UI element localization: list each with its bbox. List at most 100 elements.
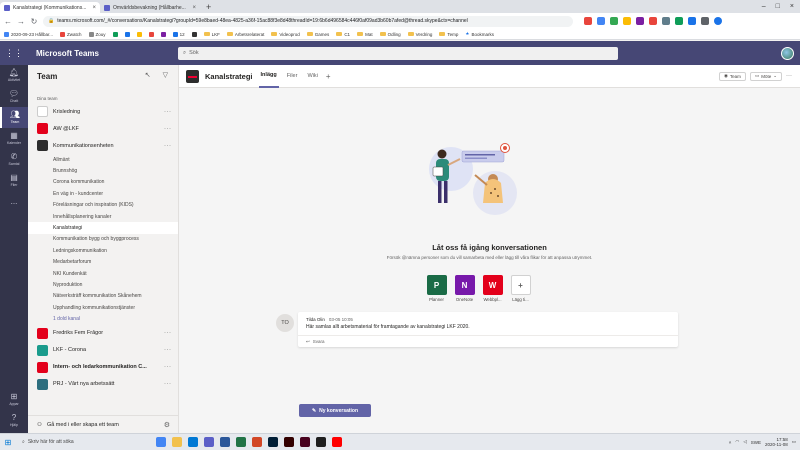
close-tab-icon[interactable]: × bbox=[192, 5, 196, 11]
more-options-icon[interactable]: ··· bbox=[786, 73, 792, 79]
join-or-create-team-button[interactable]: ⚇ Gå med i eller skapa ett team ⚙ bbox=[28, 415, 178, 433]
more-options-icon[interactable]: ··· bbox=[164, 347, 178, 353]
channel-item[interactable]: Föreläsningar och inspiration (KIDS) bbox=[28, 200, 178, 211]
gear-icon[interactable]: ⚙ bbox=[164, 421, 170, 429]
tab-posts[interactable]: Inlägg bbox=[258, 65, 279, 88]
url-field[interactable]: 🔒 teams.microsoft.com/_#/conversations/K… bbox=[43, 15, 573, 27]
channel-item[interactable]: Innehållsplanering kanaler bbox=[28, 211, 178, 222]
channel-item-active[interactable]: Kanalstrategi bbox=[28, 222, 178, 234]
bookmarks-star[interactable]: ★ Bookmarks bbox=[465, 31, 494, 37]
app-icon[interactable] bbox=[316, 437, 326, 447]
bookmark-item[interactable] bbox=[191, 31, 197, 37]
word-icon[interactable] bbox=[220, 437, 230, 447]
browser-tab-kanalstrategi[interactable]: Kanalstrategi (Kommunikations... × bbox=[0, 2, 100, 13]
channel-item[interactable]: Corona kommunikation bbox=[28, 177, 178, 188]
add-tab-icon[interactable]: + bbox=[326, 72, 331, 81]
more-options-icon[interactable]: ··· bbox=[164, 109, 178, 115]
team-item[interactable]: LKF - Corona ··· bbox=[28, 342, 178, 359]
extension-icon[interactable] bbox=[649, 17, 657, 25]
bookmark-folder[interactable]: Temp bbox=[439, 32, 458, 37]
add-tab-button[interactable]: + Lägg ti... bbox=[510, 275, 531, 302]
powerpoint-icon[interactable] bbox=[252, 437, 262, 447]
extension-icon[interactable] bbox=[636, 17, 644, 25]
chrome-icon[interactable] bbox=[156, 437, 166, 447]
maximize-icon[interactable]: □ bbox=[776, 3, 780, 10]
team-button[interactable]: ◉ Team bbox=[718, 71, 746, 81]
bookmark-folder[interactable]: Arbetsrelaterat bbox=[226, 32, 264, 37]
bookmark-folder[interactable]: Odling bbox=[379, 32, 401, 37]
reply-button[interactable]: ↩ Svara bbox=[298, 335, 678, 347]
bookmark-item[interactable]: 12 bbox=[172, 31, 185, 37]
app-launcher-icon[interactable]: ⋮⋮ bbox=[0, 48, 28, 59]
more-options-icon[interactable]: ··· bbox=[164, 381, 178, 387]
minimize-icon[interactable]: – bbox=[762, 3, 766, 10]
channel-item[interactable]: Upphandling kommunikationstjänster bbox=[28, 302, 178, 313]
more-options-icon[interactable]: ··· bbox=[164, 143, 178, 149]
bookmark-item[interactable]: Zouy bbox=[88, 31, 106, 37]
language-indicator[interactable]: SWE bbox=[751, 440, 761, 445]
bookmark-folder[interactable]: C1 bbox=[336, 32, 350, 37]
bookmark-item[interactable] bbox=[148, 31, 154, 37]
excel-icon[interactable] bbox=[236, 437, 246, 447]
close-tab-icon[interactable]: × bbox=[92, 5, 96, 11]
clock[interactable]: 17:58 2020-11-08 bbox=[765, 437, 788, 448]
channel-item[interactable]: Medarbetarforum bbox=[28, 257, 178, 268]
teams-icon[interactable] bbox=[204, 437, 214, 447]
wifi-icon[interactable]: ◠ bbox=[735, 439, 739, 445]
bookmark-folder[interactable]: Games bbox=[306, 32, 329, 37]
illustrator-icon[interactable] bbox=[284, 437, 294, 447]
channel-item[interactable]: Allmänt bbox=[28, 154, 178, 165]
more-options-icon[interactable]: ··· bbox=[164, 364, 178, 370]
bookmark-folder[interactable]: Videoprod bbox=[271, 32, 300, 37]
extension-icon[interactable] bbox=[662, 17, 670, 25]
channel-item[interactable]: Nyproduktion bbox=[28, 279, 178, 290]
rail-item-calendar[interactable]: ▦ Kalender bbox=[0, 128, 28, 149]
taskbar-search[interactable]: ⌕ Skriv här för att söka bbox=[16, 439, 126, 445]
forward-icon[interactable]: → bbox=[17, 17, 25, 26]
back-icon[interactable]: ← bbox=[4, 17, 12, 26]
notifications-icon[interactable]: ▭ bbox=[792, 439, 796, 445]
search-input[interactable]: ⌕ Sök bbox=[178, 46, 618, 60]
bookmark-folder[interactable]: Verdring bbox=[407, 32, 432, 37]
rail-item-calls[interactable]: ✆ Samtal bbox=[0, 149, 28, 170]
rail-item-more[interactable]: ... bbox=[0, 191, 28, 212]
channel-item[interactable]: Kommunikation bygg och byggprocess bbox=[28, 234, 178, 245]
explorer-icon[interactable] bbox=[172, 437, 182, 447]
rail-item-teams[interactable]: 👥︎ Team bbox=[0, 107, 28, 128]
team-item[interactable]: Intern- och ledarkommunikation C... ··· bbox=[28, 359, 178, 376]
channel-item[interactable]: Brunnshög bbox=[28, 165, 178, 176]
channel-item[interactable]: En väg in - kundcenter bbox=[28, 188, 178, 199]
more-options-icon[interactable]: ··· bbox=[164, 330, 178, 336]
extension-icon[interactable] bbox=[610, 17, 618, 25]
photoshop-icon[interactable] bbox=[268, 437, 278, 447]
bookmark-folder[interactable]: LKF bbox=[203, 32, 220, 37]
extension-icon[interactable] bbox=[584, 17, 592, 25]
team-item[interactable]: Kommunikationsenheten ··· bbox=[28, 137, 178, 154]
rail-item-activity[interactable]: 🔔︎ Aktivitet bbox=[0, 65, 28, 86]
app-onenote[interactable]: N OneNote bbox=[454, 275, 475, 302]
app-website[interactable]: W Webbpl... bbox=[482, 275, 503, 302]
outlook-icon[interactable] bbox=[188, 437, 198, 447]
indesign-icon[interactable] bbox=[300, 437, 310, 447]
channel-item[interactable]: Nätverksträff kommunikation Skånehem bbox=[28, 291, 178, 302]
bookmark-item[interactable]: 2020-09-23 Hållbar... bbox=[4, 31, 53, 37]
avatar[interactable] bbox=[781, 46, 794, 60]
close-window-icon[interactable]: × bbox=[790, 3, 794, 10]
bookmark-item[interactable]: Zwatch bbox=[60, 31, 82, 37]
rail-item-apps[interactable]: ⊞ Appar bbox=[0, 389, 28, 410]
tab-files[interactable]: Filer bbox=[285, 65, 300, 88]
extension-icon[interactable] bbox=[688, 17, 696, 25]
more-options-icon[interactable]: ··· bbox=[164, 126, 178, 132]
tab-wiki[interactable]: Wiki bbox=[305, 65, 319, 88]
profile-icon[interactable] bbox=[714, 17, 722, 25]
team-item[interactable]: Fredriks Fem Frågor ··· bbox=[28, 325, 178, 342]
extension-icon[interactable] bbox=[701, 17, 709, 25]
app-planner[interactable]: P Planner bbox=[426, 275, 447, 302]
app-icon[interactable] bbox=[332, 437, 342, 447]
bookmark-item[interactable] bbox=[124, 31, 130, 37]
team-item[interactable]: PRJ - Vårt nya arbetssätt ··· bbox=[28, 376, 178, 393]
windows-start-icon[interactable]: ⊞ bbox=[0, 438, 16, 447]
bookmark-item[interactable] bbox=[136, 31, 142, 37]
bookmark-folder[interactable]: Mat bbox=[357, 32, 373, 37]
rail-item-files[interactable]: ▤ Filer bbox=[0, 170, 28, 191]
